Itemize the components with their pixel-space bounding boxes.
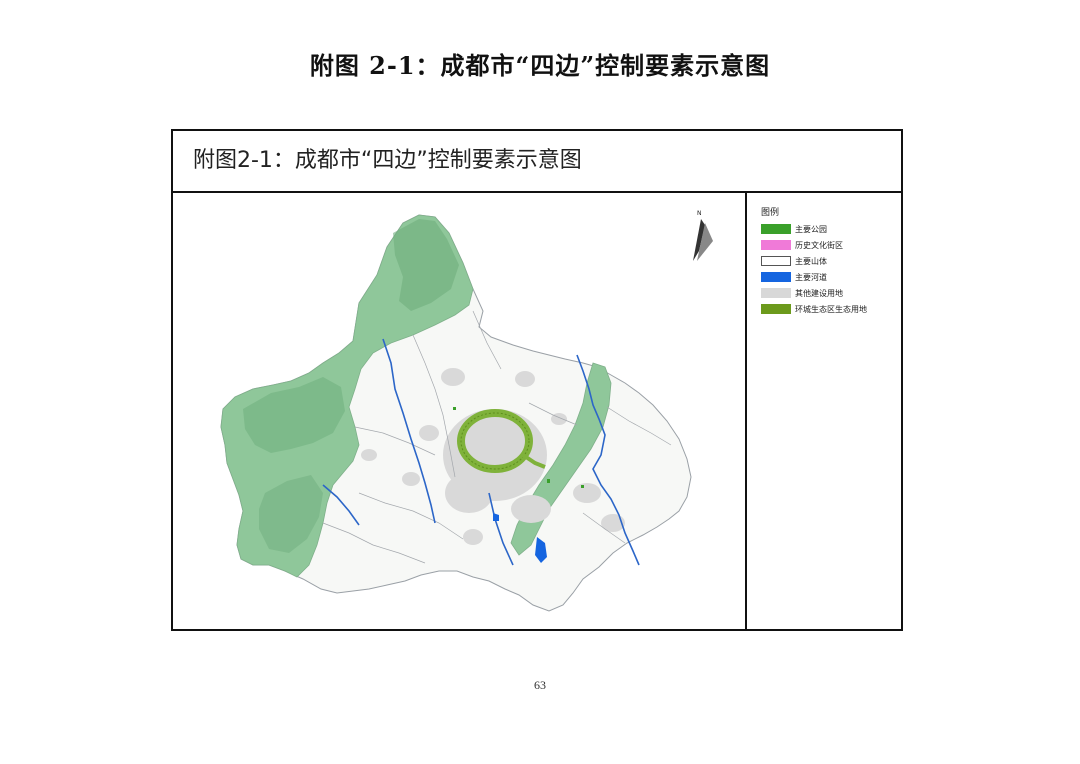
legend-item-other-construction: 其他建设用地 (761, 287, 843, 299)
legend-label: 主要公园 (795, 224, 827, 234)
legend-item-major-rivers: 主要河道 (761, 271, 827, 283)
legend-item-major-mountains: 主要山体 (761, 255, 827, 267)
legend-item-historic-district: 历史文化街区 (761, 239, 843, 251)
legend-swatch (761, 224, 791, 234)
legend-swatch (761, 288, 791, 298)
legend-label: 主要山体 (795, 256, 827, 266)
legend-swatch (761, 304, 791, 314)
north-label: N (697, 210, 702, 217)
legend-label: 历史文化街区 (795, 240, 843, 250)
chengdu-map: N (220, 210, 713, 612)
figure-frame: 附图2-1：成都市“四边”控制要素示意图 N 图例 主要公园 历史文化街区 主要… (171, 129, 903, 631)
legend-title: 图例 (761, 208, 780, 218)
figure-title: 附图2-1：成都市“四边”控制要素示意图 (173, 131, 901, 193)
legend-swatch (761, 256, 791, 266)
legend: 图例 主要公园 历史文化街区 主要山体 主要河道 其他建设用地 环城生态区生态用… (747, 193, 901, 631)
north-arrow-icon: N (693, 210, 713, 261)
page-heading: 附图 2-1：成都市“四边”控制要素示意图 (309, 51, 771, 80)
legend-swatch (761, 272, 791, 282)
legend-label: 其他建设用地 (795, 288, 843, 298)
page-number: 63 (534, 678, 546, 692)
legend-label: 环城生态区生态用地 (795, 304, 867, 314)
legend-label: 主要河道 (795, 272, 827, 282)
legend-swatch (761, 240, 791, 250)
legend-item-major-parks: 主要公园 (761, 223, 827, 235)
map-area: N (173, 193, 747, 631)
legend-item-ring-ecological: 环城生态区生态用地 (761, 303, 867, 315)
